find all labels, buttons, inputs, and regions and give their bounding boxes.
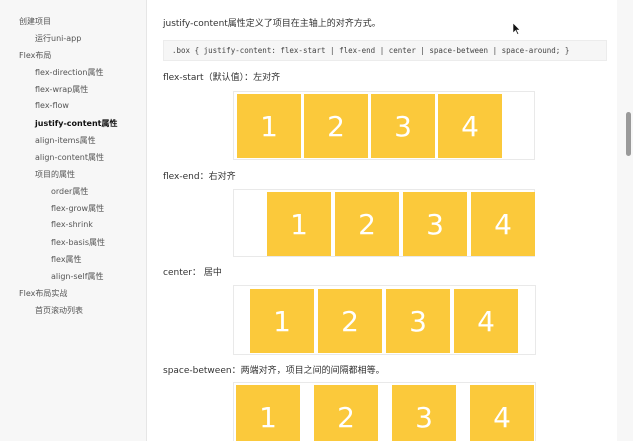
main-content: justify-content属性定义了项目在主轴上的对齐方式。 .box { … [147,0,617,441]
sidebar-item-align-content[interactable]: align-content属性 [35,152,104,163]
sidebar-item-flex-basis[interactable]: flex-basis属性 [51,237,105,248]
demo-flex-start: 1 2 3 4 [233,91,535,160]
flex-item-1: 1 [250,289,314,353]
flex-item-4: 4 [454,289,518,353]
section-center-label: center： 居中 [163,268,222,278]
flex-item-4: 4 [470,385,534,441]
sidebar-item-order[interactable]: order属性 [51,186,88,197]
sidebar-item-flex-practice[interactable]: Flex布局实战 [19,288,67,299]
flex-item-2: 2 [304,94,368,158]
sidebar-item-align-self[interactable]: align-self属性 [51,271,104,282]
demo-flex-end: 1 2 3 4 [233,189,535,257]
flex-item-4: 4 [471,192,535,256]
sidebar-item-flex-wrap[interactable]: flex-wrap属性 [35,84,88,95]
flex-item-1: 1 [237,94,301,158]
flex-item-2: 2 [318,289,382,353]
sidebar-item-flex-flow[interactable]: flex-flow [35,101,69,110]
sidebar-item-flex-shrink[interactable]: flex-shrink [51,220,93,229]
sidebar-item-flex-grow[interactable]: flex-grow属性 [51,203,104,214]
flex-item-2: 2 [314,385,378,441]
sidebar-nav: 创建项目 运行uni-app Flex布局 flex-direction属性 f… [0,0,147,441]
sidebar-item-flex-layout[interactable]: Flex布局 [19,50,51,61]
sidebar-item-create-project[interactable]: 创建项目 [19,16,51,27]
section-flex-end-label: flex-end：右对齐 [163,172,236,182]
sidebar-item-justify-content[interactable]: justify-content属性 [35,118,117,129]
sidebar-item-item-properties[interactable]: 项目的属性 [35,169,75,180]
section-space-between-label: space-between：两端对齐，项目之间的间隔都相等。 [163,366,385,376]
flex-item-1: 1 [267,192,331,256]
code-block: .box { justify-content: flex-start | fle… [163,40,607,61]
section-flex-start-label: flex-start（默认值）：左对齐 [163,73,281,83]
sidebar-item-flex[interactable]: flex属性 [51,254,82,265]
flex-item-4: 4 [438,94,502,158]
demo-space-between: 1 2 3 4 [233,382,536,441]
vertical-scrollbar[interactable] [626,112,631,156]
sidebar-item-align-items[interactable]: align-items属性 [35,135,96,146]
flex-item-3: 3 [392,385,456,441]
intro-text: justify-content属性定义了项目在主轴上的对齐方式。 [163,19,381,29]
flex-item-2: 2 [335,192,399,256]
sidebar-item-run-uni-app[interactable]: 运行uni-app [35,33,81,44]
sidebar-item-home-scroll-list[interactable]: 首页滚动列表 [35,305,83,316]
flex-item-1: 1 [236,385,300,441]
flex-item-3: 3 [371,94,435,158]
flex-item-3: 3 [386,289,450,353]
sidebar-item-flex-direction[interactable]: flex-direction属性 [35,67,104,78]
mouse-cursor-icon [513,23,521,35]
demo-center: 1 2 3 4 [233,285,536,355]
flex-item-3: 3 [403,192,467,256]
